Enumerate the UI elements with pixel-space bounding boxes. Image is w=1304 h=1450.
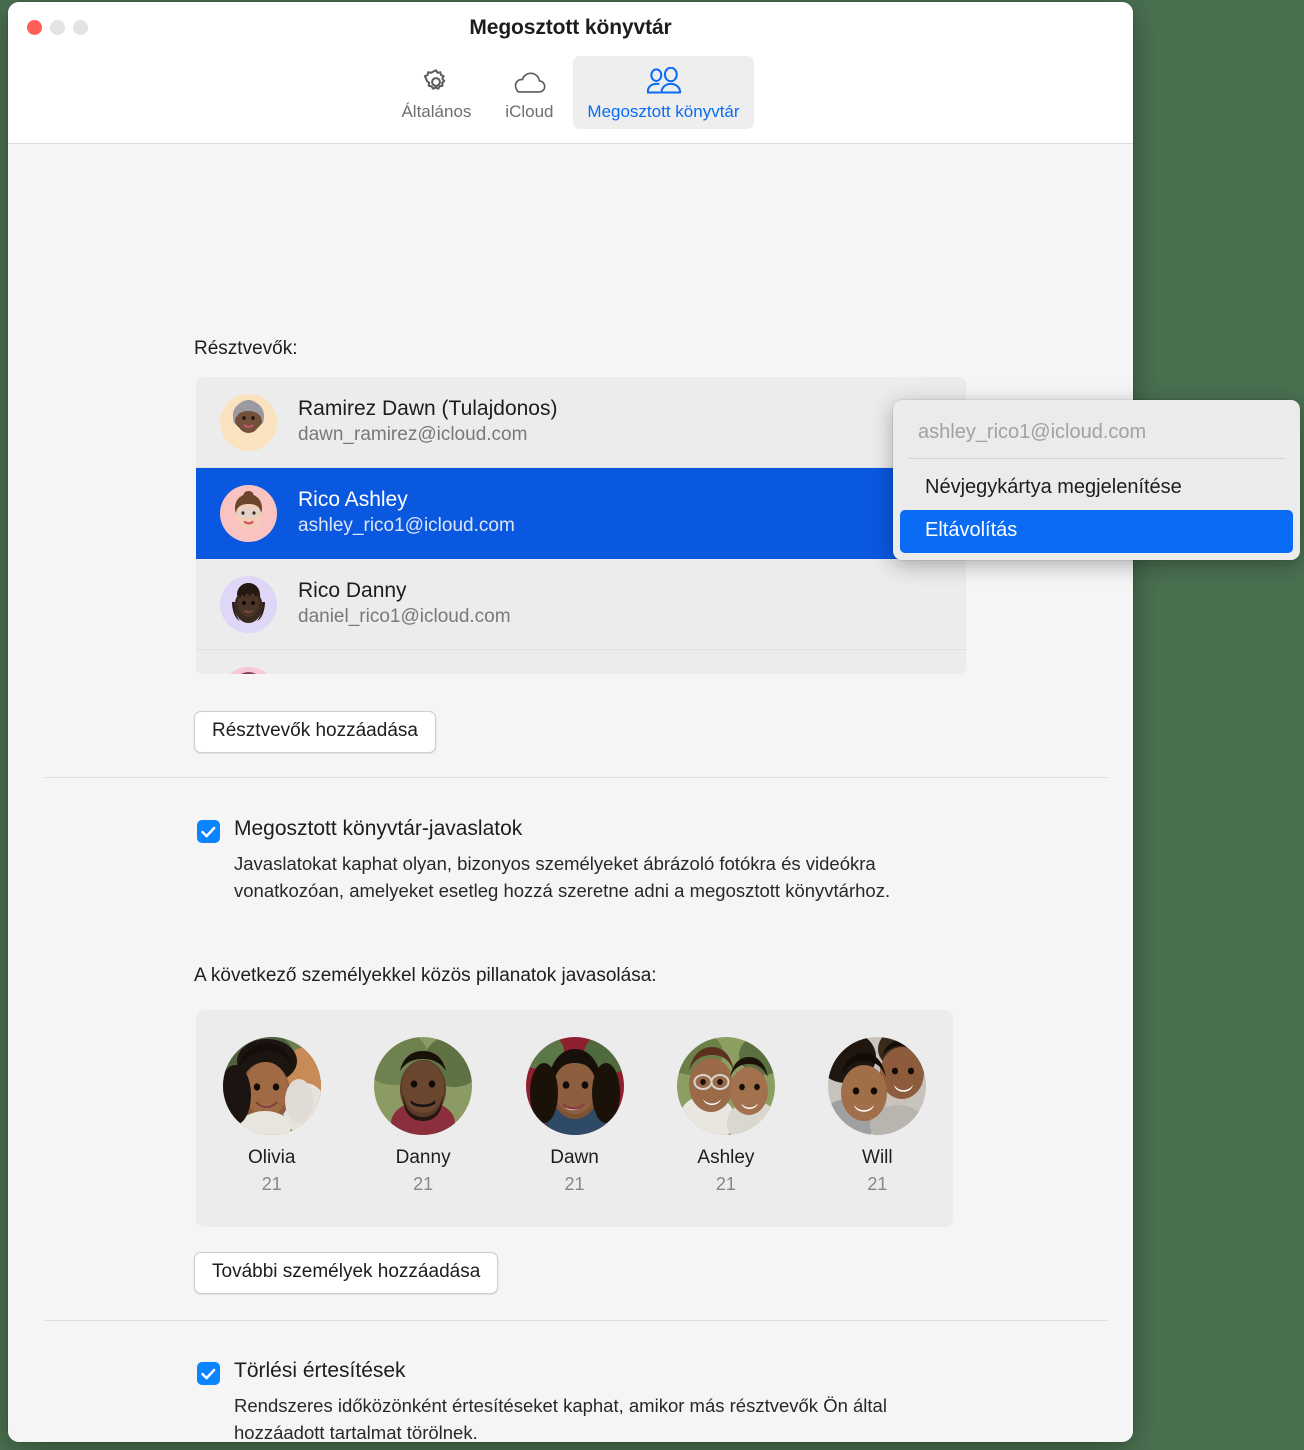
avatar [676, 1037, 775, 1135]
tab-general-label: Általános [401, 102, 472, 121]
preferences-content: Résztvevők: Ramirez Dawn (Tulajdonos) da… [8, 144, 1133, 1442]
suggestions-description: Javaslatokat kaphat olyan, bizonyos szem… [234, 853, 891, 902]
suggestions-checkbox[interactable] [197, 820, 220, 843]
avatar [220, 393, 277, 451]
table-row[interactable]: Rico Ashley ashley_rico1@icloud.com [196, 468, 966, 559]
suggested-people-list: Olivia 21 Danny 21 Dawn 21 Ashley 21 Wil… [196, 1010, 953, 1227]
suggestions-label: Megosztott könyvtár-javaslatok [234, 817, 523, 840]
window-titlebar: Megosztott könyvtár Általános iCloud Meg… [8, 2, 1133, 144]
participant-context-menu[interactable]: ashley_rico1@icloud.com Névjegykártya me… [893, 400, 1300, 560]
avatar [220, 667, 277, 674]
person-count: 21 [413, 1174, 434, 1194]
participant-info: Rico Ashley ashley_rico1@icloud.com [298, 487, 515, 539]
section-divider-1 [44, 777, 1108, 778]
list-item[interactable]: Dawn 21 [499, 1037, 650, 1195]
person-count: 21 [261, 1174, 282, 1194]
list-item[interactable]: Ashley 21 [650, 1037, 801, 1195]
list-item[interactable]: Olivia 21 [196, 1037, 347, 1195]
person-count: 21 [715, 1174, 736, 1194]
participants-label: Résztvevők: [194, 338, 298, 359]
participant-email: ashley_rico1@icloud.com [298, 515, 515, 537]
person-count: 21 [867, 1174, 888, 1194]
person-name: Olivia [247, 1147, 296, 1168]
preferences-window: Megosztott könyvtár Általános iCloud Meg… [8, 2, 1133, 1442]
tab-shared-library[interactable]: Megosztott könyvtár [573, 56, 754, 129]
menu-item-remove[interactable]: Eltávolítás [900, 510, 1293, 553]
person-name: Ashley [697, 1147, 755, 1168]
avatar [220, 575, 277, 633]
list-item[interactable]: Will 21 [802, 1037, 953, 1195]
suggest-people-label: A következő személyekkel közös pillanato… [194, 965, 657, 986]
participant-info: Ramirez Dawn (Tulajdonos) dawn_ramirez@i… [298, 396, 557, 448]
person-name: Dawn [550, 1147, 599, 1168]
participant-name: Rico Danny [298, 579, 407, 603]
avatar [374, 1037, 473, 1135]
participant-name: Rico Ashley [298, 488, 408, 512]
gear-icon [421, 65, 451, 99]
notifications-checkbox[interactable] [197, 1362, 220, 1385]
two-people-icon [642, 65, 684, 99]
table-row[interactable] [196, 650, 966, 674]
participants-list[interactable]: Ramirez Dawn (Tulajdonos) dawn_ramirez@i… [196, 377, 966, 674]
participant-email: dawn_ramirez@icloud.com [298, 424, 528, 446]
participant-info: Rico Danny daniel_rico1@icloud.com [298, 578, 511, 630]
avatar [222, 1037, 321, 1135]
table-row[interactable]: Ramirez Dawn (Tulajdonos) dawn_ramirez@i… [196, 377, 966, 468]
context-menu-email: ashley_rico1@icloud.com [918, 421, 1147, 443]
table-row[interactable]: Rico Danny daniel_rico1@icloud.com [196, 559, 966, 650]
context-menu-separator [908, 458, 1285, 459]
person-name: Danny [395, 1147, 451, 1168]
window-title: Megosztott könyvtár [469, 16, 672, 39]
notifications-label: Törlési értesítések [234, 1359, 406, 1382]
avatar [828, 1037, 927, 1135]
tab-shared-library-label: Megosztott könyvtár [587, 102, 740, 121]
participant-email: daniel_rico1@icloud.com [298, 606, 511, 628]
tab-icloud-label: iCloud [505, 102, 554, 121]
avatar [220, 484, 277, 542]
menu-item-show-contact-card[interactable]: Névjegykártya megjelenítése [900, 467, 1293, 510]
add-more-people-button[interactable]: További személyek hozzáadása [194, 1252, 499, 1294]
person-count: 21 [564, 1174, 585, 1194]
avatar [525, 1037, 624, 1135]
tab-general[interactable]: Általános [387, 56, 485, 129]
person-name: Will [862, 1147, 893, 1168]
list-item[interactable]: Danny 21 [347, 1037, 498, 1195]
add-participants-button[interactable]: Résztvevők hozzáadása [194, 711, 436, 753]
toolbar-tabs: Általános iCloud Megosztott könyvtár [8, 56, 1133, 129]
section-divider-2 [44, 1320, 1108, 1321]
participant-name: Ramirez Dawn (Tulajdonos) [298, 397, 558, 421]
notifications-description: Rendszeres időközönként értesítéseket ka… [234, 1395, 887, 1442]
tab-icloud[interactable]: iCloud [485, 56, 573, 129]
cloud-icon [510, 65, 548, 99]
